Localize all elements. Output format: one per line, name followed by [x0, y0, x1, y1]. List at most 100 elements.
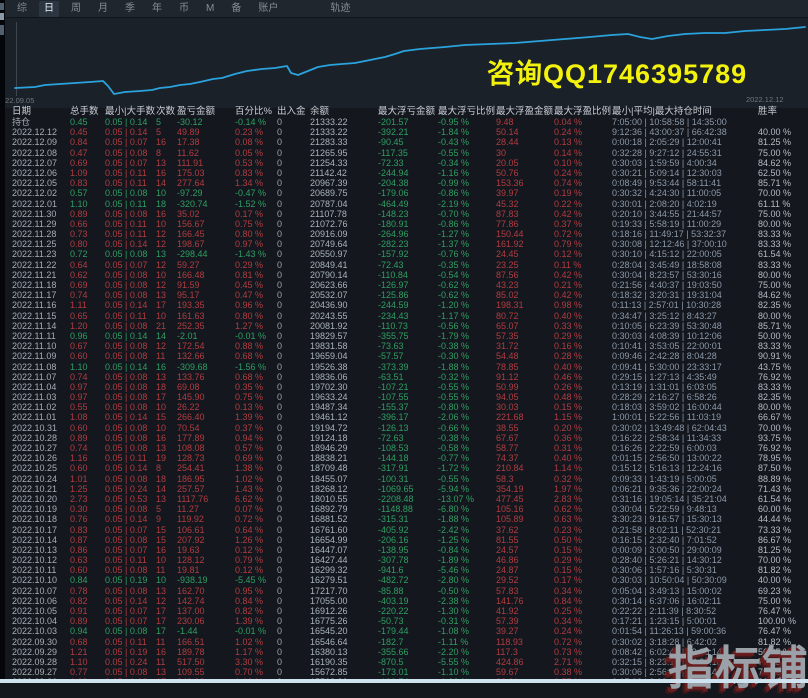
cell: 0.68 %: [235, 351, 277, 361]
cell: 39.27: [496, 626, 554, 636]
table-row[interactable]: 2022.10.110.600.05 | 0.081119.810.12 %01…: [0, 565, 808, 575]
table-row[interactable]: 2022.12.120.450.05 | 0.14549.890.23 %021…: [0, 127, 808, 137]
table-row[interactable]: 2022.10.310.600.05 | 0.081070.540.37 %01…: [0, 423, 808, 433]
cell: 133.76: [177, 372, 235, 382]
table-row[interactable]: 2022.10.190.300.05 | 0.08511.270.07 %016…: [0, 504, 808, 514]
table-row[interactable]: 2022.12.020.570.05 | 0.0810-97.29-0.47 %…: [0, 188, 808, 198]
cell: 20623.66: [310, 280, 378, 290]
cell: 5: [156, 504, 177, 514]
table-row[interactable]: 2022.10.250.600.05 | 0.148254.411.38 %01…: [0, 463, 808, 473]
table-row[interactable]: 2022.10.261.160.05 | 0.1119128.730.69 %0…: [0, 453, 808, 463]
cell: 0: [277, 494, 310, 504]
table-row[interactable]: 2022.11.180.690.05 | 0.081291.590.45 %02…: [0, 280, 808, 290]
cell: 70.00 %: [758, 188, 808, 198]
tab-季[interactable]: 季: [120, 1, 140, 17]
table-row[interactable]: 2022.11.170.740.05 | 0.081395.170.47 %02…: [0, 290, 808, 300]
cell: 57.35: [496, 331, 554, 341]
table-row[interactable]: 2022.11.280.730.05 | 0.1112166.450.80 %0…: [0, 229, 808, 239]
table-row[interactable]: 2022.10.211.250.05 | 0.2414257.571.43 %0…: [0, 484, 808, 494]
table-row[interactable]: 2022.11.040.970.05 | 0.081869.080.35 %01…: [0, 382, 808, 392]
tab-账户[interactable]: 账户: [253, 1, 283, 17]
table-row[interactable]: 2022.11.141.200.05 | 0.0821252.351.27 %0…: [0, 321, 808, 331]
table-row[interactable]: 2022.11.150.650.05 | 0.1110161.630.80 %0…: [0, 311, 808, 321]
table-row[interactable]: 2022.12.080.470.05 | 0.08811.620.05 %021…: [0, 148, 808, 158]
table-row[interactable]: 2022.10.170.830.05 | 0.0715106.610.64 %0…: [0, 525, 808, 535]
tab-周[interactable]: 周: [66, 1, 86, 17]
table-row[interactable]: 2022.11.230.720.05 | 0.0813-298.44-1.43 …: [0, 249, 808, 259]
table-row[interactable]: 2022.11.161.110.05 | 0.1417193.350.96 %0…: [0, 300, 808, 310]
table-row[interactable]: 2022.12.011.100.05 | 0.1118-320.74-1.52 …: [0, 199, 808, 209]
table-row[interactable]: 2022.11.030.970.05 | 0.0817145.900.75 %0…: [0, 392, 808, 402]
table-row[interactable]: 2022.11.090.600.05 | 0.0811132.660.68 %0…: [0, 351, 808, 361]
cell: -110.73: [378, 321, 438, 331]
cell: 0:06:21 | 9:35:36 | 22:00:24: [612, 484, 758, 494]
cell: 12: [156, 229, 177, 239]
tab-轨迹[interactable]: 轨迹: [325, 1, 355, 17]
tab-M[interactable]: M: [201, 1, 219, 17]
cell: 2022.10.18: [12, 514, 70, 524]
cell: 16380.13: [310, 647, 378, 657]
cell: 0.08 %: [235, 137, 277, 147]
cell: 0.05 | 0.08: [105, 433, 156, 443]
cell: 137.00: [177, 606, 235, 616]
cell: 175.03: [177, 168, 235, 178]
tab-综[interactable]: 综: [12, 1, 32, 17]
cell: 17: [156, 392, 177, 402]
table-row[interactable]: 2022.12.061.090.05 | 0.1116175.030.83 %0…: [0, 168, 808, 178]
cell: 145.90: [177, 392, 235, 402]
table-row[interactable]: 2022.11.300.890.05 | 0.081635.020.17 %02…: [0, 209, 808, 219]
cell: 0.79 %: [554, 239, 612, 249]
cell: 40.00 %: [758, 127, 808, 137]
cell: 0: [277, 117, 310, 127]
table-row[interactable]: 2022.10.180.760.05 | 0.149119.920.72 %01…: [0, 514, 808, 524]
cell: 37.62: [496, 525, 554, 535]
table-row[interactable]: 2022.10.120.630.05 | 0.1110128.120.79 %0…: [0, 555, 808, 565]
tab-日[interactable]: 日: [39, 1, 59, 17]
table-row[interactable]: 2022.11.220.640.05 | 0.071259.270.29 %02…: [0, 260, 808, 270]
cell: 0: [277, 575, 310, 585]
cell: 1.08: [70, 412, 105, 422]
table-row[interactable]: 2022.12.070.690.05 | 0.0713111.910.53 %0…: [0, 158, 808, 168]
table-row[interactable]: 持仓0.450.05 | 0.145-30.12-0.14 %021333.22…: [0, 117, 808, 127]
table-row[interactable]: 2022.11.110.960.05 | 0.1414-2.01-0.01 %0…: [0, 331, 808, 341]
table-row[interactable]: 2022.12.050.830.05 | 0.1114277.641.34 %0…: [0, 178, 808, 188]
table-row[interactable]: 2022.11.210.620.05 | 0.0810166.480.81 %0…: [0, 270, 808, 280]
table-row[interactable]: 2022.10.270.740.05 | 0.0813108.080.57 %0…: [0, 443, 808, 453]
cell: 11.62: [177, 148, 235, 158]
table-row[interactable]: 2022.11.100.670.05 | 0.0812172.540.88 %0…: [0, 341, 808, 351]
table-row[interactable]: 2022.10.130.860.05 | 0.071619.630.12 %01…: [0, 545, 808, 555]
cell: 166.48: [177, 270, 235, 280]
table-row[interactable]: 2022.10.100.840.05 | 0.1910-938.19-5.45 …: [0, 575, 808, 585]
cell: 46.86: [496, 555, 554, 565]
cell: 20550.97: [310, 249, 378, 259]
table-row[interactable]: 2022.11.020.550.05 | 0.081026.220.13 %01…: [0, 402, 808, 412]
cell: 2022.10.21: [12, 484, 70, 494]
cell: 0.05 | 0.08: [105, 586, 156, 596]
table-row[interactable]: 2022.10.060.820.05 | 0.1412142.740.84 %0…: [0, 596, 808, 606]
table-row[interactable]: 2022.10.140.870.05 | 0.0815207.921.26 %0…: [0, 535, 808, 545]
tab-币[interactable]: 币: [174, 1, 194, 17]
table-row[interactable]: 2022.10.050.910.05 | 0.0717137.000.82 %0…: [0, 606, 808, 616]
table-row[interactable]: 2022.10.280.890.05 | 0.0816177.890.94 %0…: [0, 433, 808, 443]
cell: 0.72 %: [554, 637, 612, 647]
cell: 0.33 %: [554, 321, 612, 331]
cell: 2022.10.03: [12, 626, 70, 636]
table-header: 日期总手数最小|大手数次数盈亏金额百分比%出入金余额最大浮亏金额最大浮亏比例最大…: [0, 106, 808, 117]
table-row[interactable]: 2022.11.290.660.05 | 0.1110156.670.75 %0…: [0, 219, 808, 229]
table-row[interactable]: 2022.10.241.010.05 | 0.0818186.951.02 %0…: [0, 474, 808, 484]
cell: 0.05 | 0.14: [105, 239, 156, 249]
tab-备[interactable]: 备: [226, 1, 246, 17]
cell: 83.33 %: [758, 239, 808, 249]
cell: 2022.11.02: [12, 402, 70, 412]
table-row[interactable]: 2022.10.070.780.05 | 0.0813162.700.95 %0…: [0, 586, 808, 596]
cell: 0.29 %: [554, 331, 612, 341]
table-row[interactable]: 2022.10.040.890.05 | 0.0717230.061.39 %0…: [0, 616, 808, 626]
table-row[interactable]: 2022.11.070.740.05 | 0.0813133.760.68 %0…: [0, 372, 808, 382]
tab-年[interactable]: 年: [147, 1, 167, 17]
table-row[interactable]: 2022.11.011.080.05 | 0.1415266.401.39 %0…: [0, 412, 808, 422]
table-row[interactable]: 2022.12.090.840.05 | 0.071617.380.08 %02…: [0, 137, 808, 147]
table-row[interactable]: 2022.11.250.800.05 | 0.1412198.670.97 %0…: [0, 239, 808, 249]
table-row[interactable]: 2022.10.202.730.05 | 0.53131117.766.62 %…: [0, 494, 808, 504]
tab-月[interactable]: 月: [93, 1, 113, 17]
table-row[interactable]: 2022.11.081.100.05 | 0.1416-309.68-1.56 …: [0, 362, 808, 372]
